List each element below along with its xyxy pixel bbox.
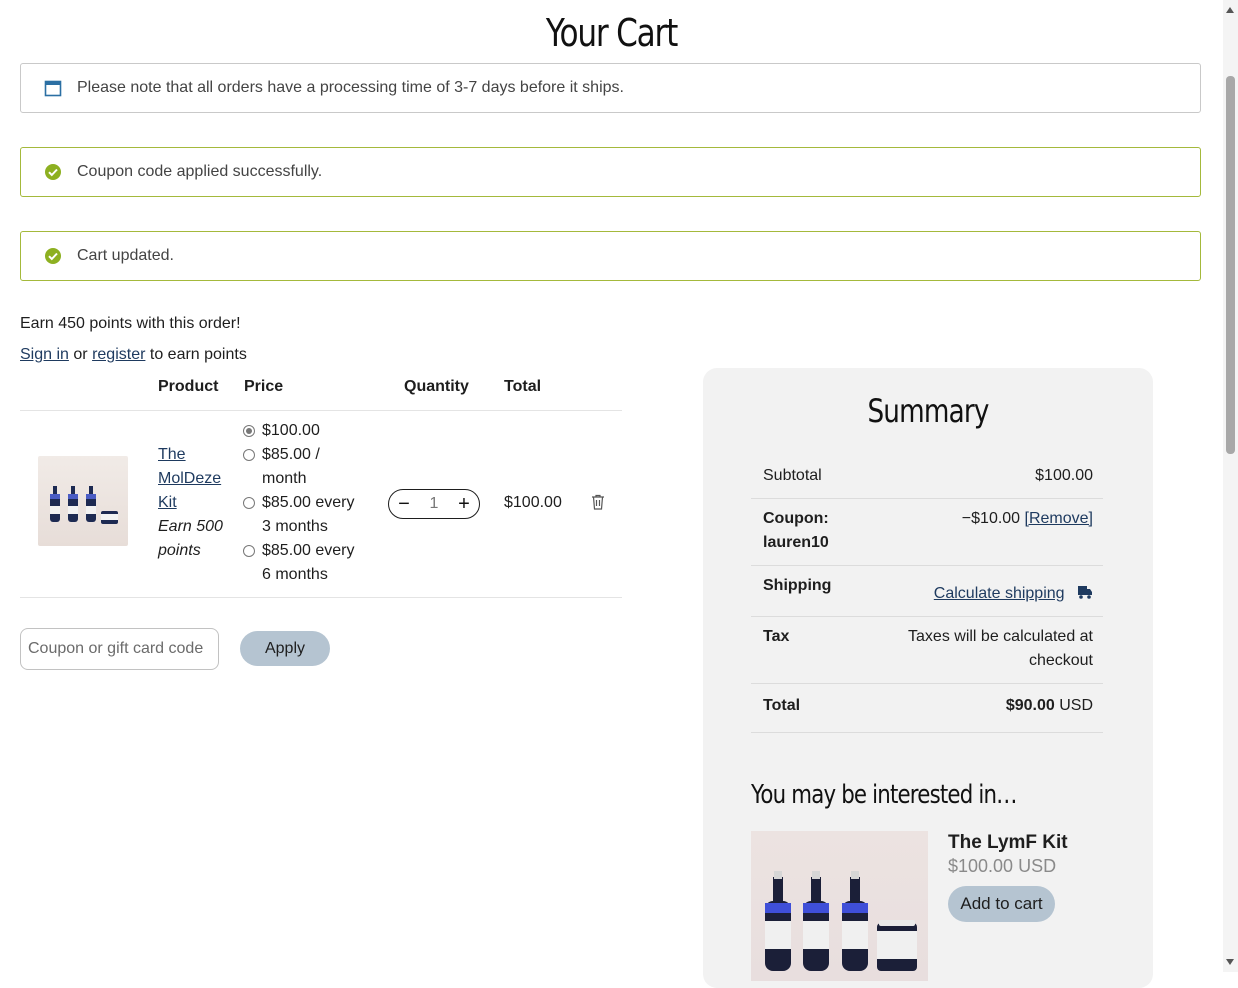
tax-value: Taxes will be calculated at checkout xyxy=(908,628,1093,669)
total-value: $90.00 USD xyxy=(1005,697,1093,714)
minus-icon[interactable]: − xyxy=(395,494,413,514)
apply-coupon-button[interactable]: Apply xyxy=(240,631,330,666)
header-price: Price xyxy=(244,378,284,395)
shipping-value: Calculate shipping xyxy=(934,582,1093,606)
product-name-link[interactable]: The MolDeze Kit xyxy=(158,443,228,515)
sign-in-link[interactable]: Sign in xyxy=(20,346,69,363)
recommended-product-name[interactable]: The LymF Kit xyxy=(948,832,1068,854)
remove-coupon-link[interactable]: [Remove] xyxy=(1025,510,1093,527)
points-signin-line: Sign in or register to earn points xyxy=(20,346,247,364)
radio-button[interactable] xyxy=(243,545,255,557)
coupon-success-notice: Coupon code applied successfully. xyxy=(20,147,1201,197)
scroll-up-icon[interactable] xyxy=(1226,7,1234,13)
header-product: Product xyxy=(158,378,219,395)
add-to-cart-button[interactable]: Add to cart xyxy=(948,886,1055,922)
page-scrollbar[interactable] xyxy=(1223,0,1238,972)
price-option-one-time[interactable]: $100.00 xyxy=(242,419,362,443)
shipping-label: Shipping xyxy=(763,577,832,594)
calendar-icon xyxy=(44,79,62,97)
trash-icon[interactable] xyxy=(591,494,605,510)
summary-total-row: Total $90.00 USD xyxy=(751,684,1103,733)
processing-notice-text: Please note that all orders have a proce… xyxy=(77,79,624,96)
or-text: or xyxy=(73,346,88,363)
scrollbar-thumb[interactable] xyxy=(1226,76,1235,454)
price-option-6-months[interactable]: $85.00 every 6 months xyxy=(242,539,362,587)
summary-subtotal-row: Subtotal $100.00 xyxy=(751,452,1103,499)
radio-button[interactable] xyxy=(243,425,255,437)
cart-updated-text: Cart updated. xyxy=(77,247,174,264)
points-earn-text: Earn 450 points with this order! xyxy=(20,315,241,332)
line-total: $100.00 xyxy=(504,494,562,511)
summary-shipping-row: Shipping Calculate shipping xyxy=(751,566,1103,617)
scroll-down-icon[interactable] xyxy=(1226,959,1234,965)
tax-label: Tax xyxy=(763,628,790,645)
quantity-stepper: − 1 + xyxy=(388,489,480,519)
header-quantity: Quantity xyxy=(404,378,469,395)
truck-icon[interactable] xyxy=(1077,584,1093,600)
summary-tax-row: Tax Taxes will be calculated at checkout xyxy=(751,617,1103,684)
check-circle-icon xyxy=(44,247,62,265)
product-thumbnail[interactable] xyxy=(38,456,128,546)
radio-button[interactable] xyxy=(243,449,255,461)
summary-coupon-row: Coupon: lauren10 −$10.00 [Remove] xyxy=(751,499,1103,566)
quantity-value[interactable]: 1 xyxy=(430,495,439,513)
subtotal-value: $100.00 xyxy=(1035,467,1093,484)
price-option-3-months[interactable]: $85.00 every 3 months xyxy=(242,491,362,539)
register-link[interactable]: register xyxy=(92,346,145,363)
recommended-product-price: $100.00 USD xyxy=(948,856,1057,876)
to-earn-text: to earn points xyxy=(149,346,247,363)
page-title: Your Cart xyxy=(545,11,678,56)
product-earn-points: Earn 500 points xyxy=(158,518,223,559)
price-option-monthly[interactable]: $85.00 / month xyxy=(242,443,362,491)
processing-notice: Please note that all orders have a proce… xyxy=(20,63,1201,113)
recommended-product-image[interactable] xyxy=(751,831,928,981)
recommendations-title: You may be interested in… xyxy=(751,780,1017,810)
table-divider xyxy=(20,597,622,598)
total-label: Total xyxy=(763,697,801,714)
radio-button[interactable] xyxy=(243,497,255,509)
coupon-code-input[interactable] xyxy=(20,628,219,670)
coupon-label: Coupon: lauren10 xyxy=(763,510,829,551)
price-options: $100.00 $85.00 / month $85.00 every 3 mo… xyxy=(242,419,362,587)
cart-updated-notice: Cart updated. xyxy=(20,231,1201,281)
table-divider xyxy=(20,410,622,411)
order-summary: Summary Subtotal $100.00 Coupon: lauren10… xyxy=(703,368,1153,988)
summary-title: Summary xyxy=(867,392,989,430)
header-total: Total xyxy=(504,378,542,395)
coupon-value: −$10.00 [Remove] xyxy=(961,510,1093,527)
plus-icon[interactable]: + xyxy=(455,494,473,514)
subtotal-label: Subtotal xyxy=(763,467,822,484)
check-circle-icon xyxy=(44,163,62,181)
calculate-shipping-link[interactable]: Calculate shipping xyxy=(934,585,1065,602)
coupon-success-text: Coupon code applied successfully. xyxy=(77,163,323,180)
